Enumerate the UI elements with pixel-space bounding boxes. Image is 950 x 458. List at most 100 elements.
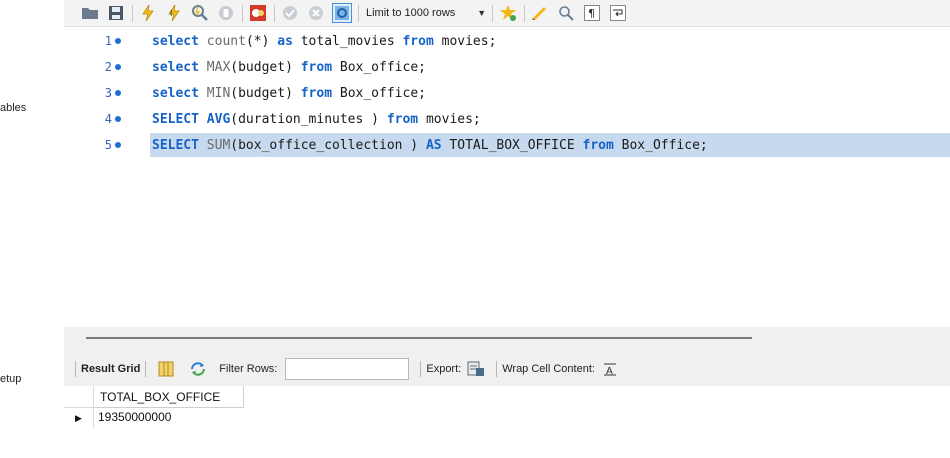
export-label: Export:: [426, 363, 462, 375]
line-number: 2: [104, 60, 112, 74]
toolbar-separator: [524, 4, 526, 22]
toolbar-separator: [242, 4, 243, 22]
code-text[interactable]: select count(*) as total_movies from mov…: [152, 34, 496, 49]
limit-rows-select[interactable]: Limit to 1000 rows ▼: [364, 3, 486, 23]
toolbar-separator: [496, 361, 498, 377]
sql-function: count: [206, 33, 246, 49]
execute-current-icon[interactable]: I: [164, 3, 184, 23]
export-icon[interactable]: [467, 360, 485, 378]
wrap-cell-icon[interactable]: A: [601, 360, 619, 378]
beautify-icon[interactable]: [530, 3, 550, 23]
toggle-error-icon[interactable]: [248, 3, 268, 23]
sql-keyword: from: [300, 85, 333, 101]
sql-keyword: SELECT: [152, 111, 199, 127]
editor-line[interactable]: 2 select MAX(budget) from Box_office;: [64, 55, 950, 79]
sql-token: (*): [245, 33, 278, 49]
code-text[interactable]: SELECT SUM(box_office_collection ) AS TO…: [152, 138, 708, 153]
chevron-down-icon: ▼: [477, 8, 487, 18]
stop-icon[interactable]: [216, 3, 236, 23]
sql-token: (duration_minutes ): [230, 111, 387, 127]
sql-editor[interactable]: 1 select count(*) as total_movies from mo…: [64, 27, 950, 327]
sql-keyword: from: [582, 137, 614, 153]
editor-line[interactable]: 3 select MIN(budget) from Box_office;: [64, 81, 950, 105]
sql-function: SUM: [206, 137, 231, 153]
toolbar-separator: [132, 4, 133, 22]
table-cell[interactable]: 19350000000: [94, 408, 244, 428]
execute-icon[interactable]: [138, 3, 158, 23]
grid-view-icon[interactable]: [157, 360, 175, 378]
toolbar-separator: [75, 361, 76, 377]
sql-keyword: select: [152, 59, 199, 75]
rollback-icon[interactable]: [306, 3, 326, 23]
sql-keyword: from: [402, 33, 434, 49]
wrap-cell-label: Wrap Cell Content:: [502, 363, 595, 375]
sql-keyword: from: [386, 111, 419, 127]
navigator-sidebar: ables etup: [0, 0, 64, 458]
sql-token: TOTAL_BOX_OFFICE: [441, 137, 583, 153]
sql-token: movies;: [433, 33, 497, 49]
refresh-icon[interactable]: [189, 360, 207, 378]
horizontal-scrollbar[interactable]: [86, 337, 752, 339]
sql-token: Box_office;: [332, 85, 426, 101]
toolbar-separator: [358, 4, 359, 22]
sql-token: (budget): [230, 59, 301, 75]
result-toolbar: Result Grid Filter Rows: Export: Wrap Ce…: [64, 352, 950, 386]
sql-function: MIN: [206, 85, 231, 101]
code-text[interactable]: SELECT AVG(duration_minutes ) from movie…: [152, 112, 481, 127]
statement-marker-icon: [115, 38, 121, 44]
grid-header: TOTAL_BOX_OFFICE: [64, 386, 244, 408]
code-text[interactable]: select MAX(budget) from Box_office;: [152, 60, 426, 75]
sidebar-label-tables[interactable]: ables: [0, 102, 26, 114]
current-row-marker-icon: ▶: [64, 408, 94, 428]
sql-token: movies;: [418, 111, 481, 127]
autocommit-icon[interactable]: [332, 3, 352, 23]
sql-token: (budget): [230, 85, 301, 101]
statement-marker-icon: [115, 64, 121, 70]
sql-keyword: from: [300, 59, 333, 75]
toolbar-separator: [145, 361, 147, 377]
filter-rows-label: Filter Rows:: [219, 363, 278, 375]
find-icon[interactable]: [556, 3, 576, 23]
splitter-area: [64, 327, 950, 352]
save-icon[interactable]: [106, 3, 126, 23]
sql-keyword: select: [152, 33, 199, 49]
line-number: 5: [104, 138, 112, 152]
explain-icon[interactable]: [190, 3, 210, 23]
line-number: 4: [104, 112, 112, 126]
editor-line[interactable]: 5 SELECT SUM(box_office_collection ) AS T…: [64, 133, 950, 157]
grid-corner: [64, 386, 94, 408]
sql-keyword: as: [277, 33, 293, 49]
invisible-chars-icon[interactable]: ¶: [582, 3, 602, 23]
sql-keyword: select: [152, 85, 199, 101]
wrap-icon[interactable]: [608, 3, 628, 23]
code-text[interactable]: select MIN(budget) from Box_office;: [152, 86, 426, 101]
line-number: 1: [104, 34, 112, 48]
limit-rows-label: Limit to 1000 rows: [366, 7, 456, 19]
table-row[interactable]: ▶ 19350000000: [64, 408, 244, 428]
sql-token: Box_office;: [332, 59, 426, 75]
result-grid[interactable]: TOTAL_BOX_OFFICE ▶ 19350000000: [64, 386, 950, 458]
filter-rows-input[interactable]: [285, 358, 410, 380]
editor-toolbar: I Limit to 1000 rows ▼ ¶: [64, 0, 950, 27]
statement-marker-icon: [115, 142, 121, 148]
editor-line[interactable]: 4 SELECT AVG(duration_minutes ) from movi…: [64, 107, 950, 131]
result-grid-tab[interactable]: Result Grid: [81, 363, 140, 375]
toolbar-separator: [420, 361, 422, 377]
toolbar-separator: [274, 4, 275, 22]
sql-keyword: AS: [425, 137, 442, 153]
sql-token: total_movies: [292, 33, 403, 49]
svg-text:I: I: [170, 9, 172, 18]
open-folder-icon[interactable]: [80, 3, 100, 23]
sql-keyword: AVG: [206, 111, 231, 127]
bookmark-icon[interactable]: [498, 3, 518, 23]
commit-icon[interactable]: [280, 3, 300, 23]
editor-line[interactable]: 1 select count(*) as total_movies from mo…: [64, 29, 950, 53]
sidebar-label-setup[interactable]: etup: [0, 373, 21, 385]
sql-token: (box_office_collection ): [230, 137, 426, 153]
column-header-total-box-office[interactable]: TOTAL_BOX_OFFICE: [94, 386, 244, 408]
